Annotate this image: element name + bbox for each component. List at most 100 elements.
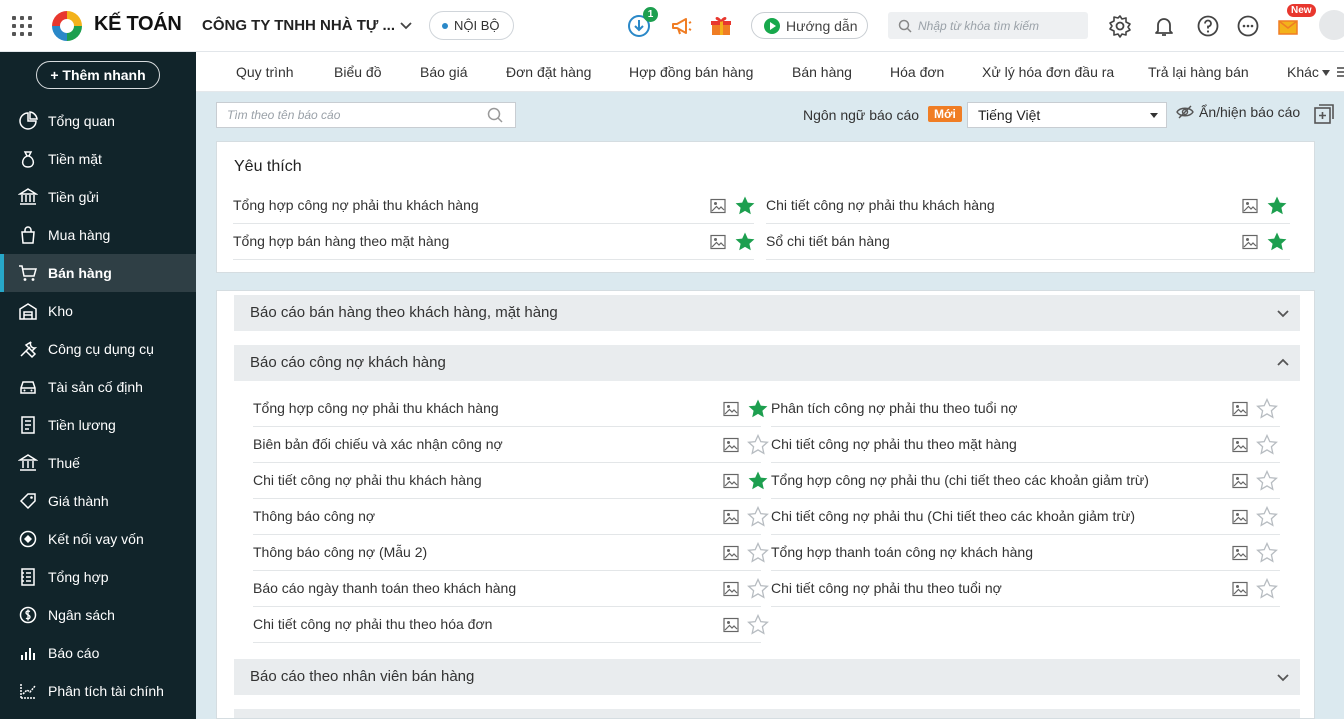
image-icon[interactable] <box>710 198 726 214</box>
image-icon[interactable] <box>723 545 739 561</box>
report-name[interactable]: Thông báo công nợ (Mẫu 2) <box>253 544 427 560</box>
report-row[interactable]: Tổng hợp công nợ phải thu (chi tiết theo… <box>771 463 1280 499</box>
star-filled-icon[interactable] <box>1266 231 1288 253</box>
chevron-down-icon[interactable] <box>1276 670 1290 684</box>
tab-bao-gia[interactable]: Báo giá <box>420 64 467 80</box>
image-icon[interactable] <box>1232 401 1248 417</box>
report-name[interactable]: Phân tích công nợ phải thu theo tuổi nợ <box>771 400 1017 416</box>
megaphone-icon[interactable] <box>668 13 694 39</box>
star-filled-icon[interactable] <box>1266 195 1288 217</box>
report-name[interactable]: Thông báo công nợ <box>253 508 375 524</box>
image-icon[interactable] <box>1232 545 1248 561</box>
image-icon[interactable] <box>723 509 739 525</box>
sidebar-item-bao-cao[interactable]: Báo cáo <box>0 634 196 672</box>
sidebar-item-tien-gui[interactable]: Tiền gửi <box>0 178 196 216</box>
sidebar-item-gia-thanh[interactable]: Giá thành <box>0 482 196 520</box>
tab-xu-ly-hoa-don[interactable]: Xử lý hóa đơn đầu ra <box>982 64 1114 80</box>
bell-icon[interactable] <box>1151 13 1177 39</box>
report-name[interactable]: Chi tiết công nợ phải thu khách hàng <box>766 197 995 213</box>
report-group-header[interactable]: Báo cáo bán hàng theo khách hàng, mặt hà… <box>234 295 1300 331</box>
report-row[interactable]: Thông báo công nợ <box>253 499 769 535</box>
report-row[interactable]: Chi tiết công nợ phải thu khách hàng <box>253 463 768 499</box>
chevron-down-icon[interactable] <box>398 18 414 34</box>
report-row[interactable]: Thông báo công nợ (Mẫu 2) <box>253 535 769 571</box>
report-row[interactable]: Tổng hợp công nợ phải thu khách hàng <box>233 188 756 224</box>
star-outline-icon[interactable] <box>747 542 769 564</box>
report-group-header[interactable]: Báo cáo theo nhân viên bán hàng <box>234 659 1300 695</box>
chevron-up-icon[interactable] <box>1276 356 1290 370</box>
sidebar-item-tai-san-co-dinh[interactable]: Tài sản cố định <box>0 368 196 406</box>
star-filled-icon[interactable] <box>747 398 769 420</box>
search-icon[interactable] <box>487 107 503 123</box>
gift-icon[interactable] <box>708 13 734 39</box>
sidebar-item-phan-tich-tai-chinh[interactable]: Phân tích tài chính <box>0 672 196 710</box>
report-row[interactable]: Tổng hợp thanh toán công nợ khách hàng <box>771 535 1280 571</box>
report-row[interactable]: Tổng hợp công nợ phải thu khách hàng <box>253 391 768 427</box>
report-name[interactable]: Tổng hợp thanh toán công nợ khách hàng <box>771 544 1033 560</box>
company-name[interactable]: CÔNG TY TNHH NHÀ TỰ ... <box>202 17 395 34</box>
image-icon[interactable] <box>723 473 739 489</box>
global-search-input[interactable] <box>918 18 1078 33</box>
help-button[interactable]: Hướng dẫn <box>751 12 868 39</box>
report-name[interactable]: Chi tiết công nợ phải thu theo hóa đơn <box>253 616 492 632</box>
hide-show-reports-button[interactable]: Ẩn/hiện báo cáo <box>1176 104 1300 120</box>
image-icon[interactable] <box>723 617 739 633</box>
image-icon[interactable] <box>1232 509 1248 525</box>
image-icon[interactable] <box>723 437 739 453</box>
global-search[interactable] <box>888 12 1088 39</box>
sidebar-item-ban-hang[interactable]: Bán hàng <box>0 254 196 292</box>
menu-icon[interactable] <box>1336 65 1344 79</box>
scope-selector[interactable]: NỘI BỘ <box>429 11 514 40</box>
tab-bieu-do[interactable]: Biểu đồ <box>334 64 381 80</box>
image-icon[interactable] <box>1232 437 1248 453</box>
sidebar-item-kho[interactable]: Kho <box>0 292 196 330</box>
language-select[interactable]: Tiếng Việt <box>967 102 1167 128</box>
star-outline-icon[interactable] <box>1256 542 1278 564</box>
image-icon[interactable] <box>1242 234 1258 250</box>
sidebar-item-tong-quan[interactable]: Tổng quan <box>0 102 196 140</box>
sidebar-item-tien-mat[interactable]: Tiền mặt <box>0 140 196 178</box>
report-row[interactable]: Phân tích công nợ phải thu theo tuổi nợ <box>771 391 1280 427</box>
sidebar-item-tien-luong[interactable]: Tiền lương <box>0 406 196 444</box>
report-row[interactable]: Chi tiết công nợ phải thu theo mặt hàng <box>771 427 1280 463</box>
tab-tra-lai-hang-ban[interactable]: Trả lại hàng bán <box>1148 64 1249 80</box>
add-report-icon[interactable] <box>1313 103 1335 125</box>
sidebar-item-mua-hang[interactable]: Mua hàng <box>0 216 196 254</box>
star-filled-icon[interactable] <box>734 195 756 217</box>
report-row[interactable]: Chi tiết công nợ phải thu theo tuổi nợ <box>771 571 1280 607</box>
report-name[interactable]: Tổng hợp công nợ phải thu khách hàng <box>233 197 479 213</box>
help-circle-icon[interactable] <box>1195 13 1221 39</box>
report-group-header[interactable]: Báo cáo công nợ khách hàng <box>234 345 1300 381</box>
star-outline-icon[interactable] <box>747 434 769 456</box>
report-name[interactable]: Chi tiết công nợ phải thu (Chi tiết theo… <box>771 508 1135 524</box>
tab-quy-trinh[interactable]: Quy trình <box>236 64 294 80</box>
image-icon[interactable] <box>710 234 726 250</box>
chevron-down-icon[interactable] <box>1322 70 1330 76</box>
report-row[interactable]: Báo cáo ngày thanh toán theo khách hàng <box>253 571 769 607</box>
report-row[interactable]: Tổng hợp bán hàng theo mặt hàng <box>233 224 756 260</box>
report-row[interactable]: Sổ chi tiết bán hàng <box>766 224 1290 260</box>
report-group-header[interactable] <box>234 709 1300 718</box>
report-row[interactable]: Chi tiết công nợ phải thu khách hàng <box>766 188 1290 224</box>
chevron-down-icon[interactable] <box>1276 306 1290 320</box>
star-outline-icon[interactable] <box>1256 506 1278 528</box>
report-name[interactable]: Chi tiết công nợ phải thu theo tuổi nợ <box>771 580 1002 596</box>
report-search-input[interactable] <box>227 108 477 122</box>
report-name[interactable]: Báo cáo ngày thanh toán theo khách hàng <box>253 580 516 596</box>
star-outline-icon[interactable] <box>1256 578 1278 600</box>
gear-icon[interactable] <box>1107 13 1133 39</box>
report-name[interactable]: Chi tiết công nợ phải thu khách hàng <box>253 472 482 488</box>
report-search[interactable] <box>216 102 516 128</box>
star-filled-icon[interactable] <box>734 231 756 253</box>
report-name[interactable]: Tổng hợp bán hàng theo mặt hàng <box>233 233 449 249</box>
report-name[interactable]: Chi tiết công nợ phải thu theo mặt hàng <box>771 436 1017 452</box>
image-icon[interactable] <box>1232 473 1248 489</box>
star-filled-icon[interactable] <box>747 470 769 492</box>
report-name[interactable]: Tổng hợp công nợ phải thu (chi tiết theo… <box>771 472 1149 488</box>
sidebar-item-tong-hop[interactable]: Tổng hợp <box>0 558 196 596</box>
image-icon[interactable] <box>1242 198 1258 214</box>
app-grid-icon[interactable] <box>12 16 32 36</box>
image-icon[interactable] <box>723 581 739 597</box>
avatar[interactable] <box>1319 10 1344 40</box>
star-outline-icon[interactable] <box>1256 398 1278 420</box>
